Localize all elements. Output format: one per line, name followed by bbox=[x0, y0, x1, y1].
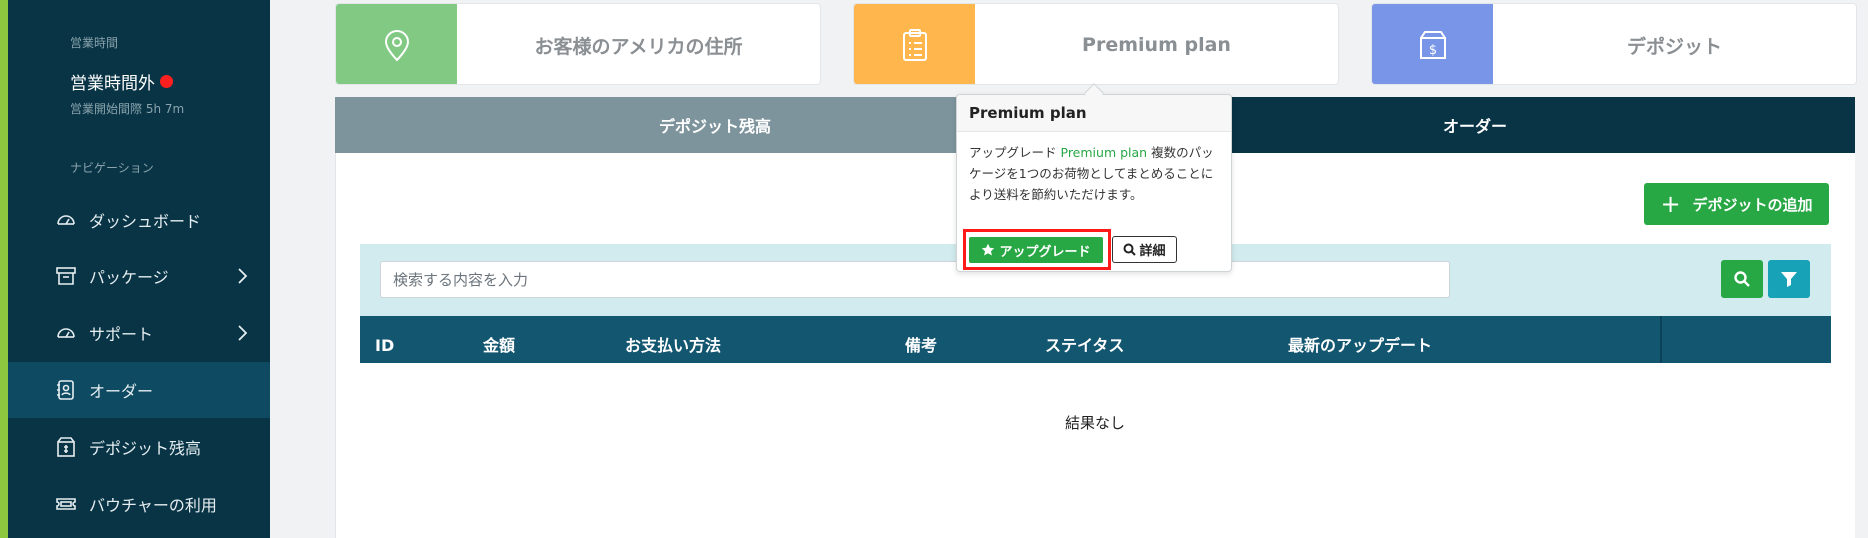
column-header-last-update[interactable]: 最新のアップデート bbox=[1288, 316, 1432, 363]
column-divider bbox=[1660, 316, 1662, 363]
gauge-icon bbox=[55, 322, 77, 344]
card-title: デポジット bbox=[1626, 35, 1722, 58]
ticket-icon bbox=[55, 493, 77, 515]
sidebar-item-label: ダッシュボード bbox=[89, 212, 202, 231]
filter-icon bbox=[1781, 272, 1797, 287]
card-us-address[interactable]: お客様のアメリカの住所 bbox=[335, 3, 821, 85]
detail-button[interactable]: 詳細 bbox=[1112, 236, 1177, 263]
status-dot-icon bbox=[160, 75, 173, 88]
archive-icon bbox=[55, 265, 77, 287]
filter-button[interactable] bbox=[1768, 260, 1810, 298]
sidebar-item-label: パッケージ bbox=[89, 268, 169, 287]
upgrade-highlight-box: アップグレード bbox=[963, 229, 1111, 270]
empty-result-text: 結果なし bbox=[1064, 414, 1125, 432]
card-deposit[interactable]: $ デポジット bbox=[1371, 3, 1857, 85]
sidebar-item-deposit-balance[interactable]: デポジット残高 bbox=[8, 419, 270, 475]
sidebar-item-label: デポジット残高 bbox=[89, 439, 202, 458]
tab-orders-label: オーダー bbox=[1442, 117, 1507, 136]
chevron-right-icon bbox=[232, 323, 252, 343]
column-header-status[interactable]: ステイタス bbox=[1045, 316, 1124, 363]
detail-label: 詳細 bbox=[1139, 244, 1166, 259]
business-status-text: 営業時間外 bbox=[70, 74, 155, 94]
upgrade-label: アップグレード bbox=[999, 244, 1091, 260]
search-icon bbox=[1123, 243, 1137, 256]
search-icon bbox=[1734, 271, 1750, 287]
search-input[interactable] bbox=[380, 261, 1450, 298]
contact-book-icon bbox=[55, 379, 77, 401]
gauge-icon bbox=[55, 209, 77, 231]
clipboard-list-icon bbox=[854, 4, 975, 84]
table-header: ID 金額 お支払い方法 備考 ステイタス 最新のアップデート bbox=[360, 316, 1831, 363]
card-premium-plan[interactable]: Premium plan bbox=[853, 3, 1339, 85]
sidebar-item-packages[interactable]: パッケージ bbox=[8, 248, 270, 304]
popover-body: アップグレード Premium plan 複数のパッケージを1つのお荷物としてま… bbox=[957, 132, 1231, 215]
search-button[interactable] bbox=[1721, 260, 1763, 298]
column-header-amount[interactable]: 金額 bbox=[483, 316, 515, 363]
sidebar-accent-bar bbox=[0, 0, 8, 538]
sidebar-item-voucher[interactable]: バウチャーの利用 bbox=[8, 476, 270, 532]
svg-text:$: $ bbox=[1428, 43, 1436, 58]
column-header-payment-method[interactable]: お支払い方法 bbox=[625, 316, 721, 363]
sidebar-item-support[interactable]: サポート bbox=[8, 305, 270, 361]
dollar-box-icon: $ bbox=[1372, 4, 1493, 84]
sidebar-item-label: オーダー bbox=[89, 382, 154, 401]
sidebar-item-dashboard[interactable]: ダッシュボード bbox=[8, 192, 270, 248]
upgrade-button[interactable]: アップグレード bbox=[969, 237, 1103, 263]
popover-body-prefix: アップグレード bbox=[969, 145, 1057, 160]
chevron-right-icon bbox=[232, 266, 252, 286]
star-icon bbox=[982, 243, 995, 256]
card-title: Premium plan bbox=[1082, 34, 1231, 56]
card-title: お客様のアメリカの住所 bbox=[534, 35, 743, 58]
hours-section-label: 営業時間 bbox=[70, 36, 119, 50]
sidebar-item-label: サポート bbox=[89, 325, 154, 344]
navigation-section-label: ナビゲーション bbox=[70, 161, 154, 175]
column-header-remarks[interactable]: 備考 bbox=[905, 316, 937, 363]
add-deposit-button[interactable]: + デポジットの追加 bbox=[1644, 183, 1829, 225]
sidebar-item-label: バウチャーの利用 bbox=[89, 496, 217, 515]
popover-body-highlight: Premium plan bbox=[1060, 145, 1148, 160]
plus-icon: + bbox=[1660, 190, 1681, 218]
location-pin-icon bbox=[336, 4, 457, 84]
deposit-box-icon bbox=[55, 436, 77, 458]
add-deposit-label: デポジットの追加 bbox=[1692, 195, 1813, 214]
sidebar-item-orders[interactable]: オーダー bbox=[8, 362, 270, 418]
business-status: 営業時間外 bbox=[70, 69, 173, 94]
business-status-sub: 営業開始間際 5h 7m bbox=[70, 102, 185, 116]
column-header-id[interactable]: ID bbox=[375, 316, 394, 363]
